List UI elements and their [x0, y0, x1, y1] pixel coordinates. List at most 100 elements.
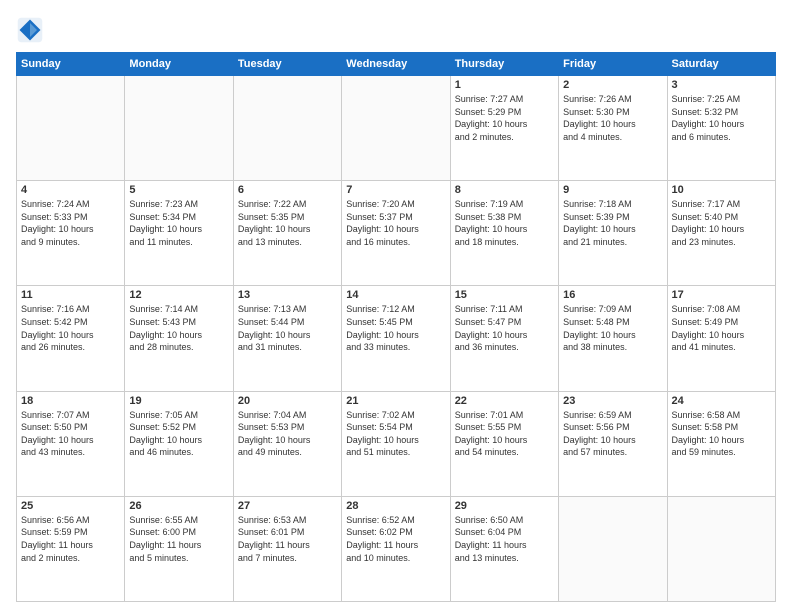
day-number: 7 [346, 184, 445, 196]
calendar-cell [125, 76, 233, 181]
day-number: 12 [129, 289, 228, 301]
calendar-cell [667, 496, 775, 601]
day-info: Sunrise: 7:11 AM Sunset: 5:47 PM Dayligh… [455, 303, 554, 353]
calendar-cell: 8 Sunrise: 7:19 AM Sunset: 5:38 PM Daylig… [450, 181, 558, 286]
week-row-3: 18Sunrise: 7:07 AM Sunset: 5:50 PM Dayli… [17, 391, 776, 496]
day-info: Sunrise: 7:16 AM Sunset: 5:42 PM Dayligh… [21, 303, 120, 353]
day-number: 9 [563, 184, 662, 196]
week-row-4: 25 Sunrise: 6:56 AM Sunset: 5:59 PM Dayli… [17, 496, 776, 601]
calendar-cell: 11 Sunrise: 7:16 AM Sunset: 5:42 PM Dayli… [17, 286, 125, 391]
calendar-cell: 10Sunrise: 7:17 AM Sunset: 5:40 PM Dayli… [667, 181, 775, 286]
day-info: Sunrise: 7:25 AM Sunset: 5:32 PM Dayligh… [672, 93, 771, 143]
calendar-cell: 28 Sunrise: 6:52 AM Sunset: 6:02 PM Dayli… [342, 496, 450, 601]
calendar-cell [233, 76, 341, 181]
calendar-cell: 6 Sunrise: 7:22 AM Sunset: 5:35 PM Daylig… [233, 181, 341, 286]
calendar-cell: 24 Sunrise: 6:58 AM Sunset: 5:58 PM Dayli… [667, 391, 775, 496]
calendar-cell: 29 Sunrise: 6:50 AM Sunset: 6:04 PM Dayli… [450, 496, 558, 601]
day-info: Sunrise: 6:52 AM Sunset: 6:02 PM Dayligh… [346, 514, 445, 564]
calendar-cell: 27 Sunrise: 6:53 AM Sunset: 6:01 PM Dayli… [233, 496, 341, 601]
day-number: 14 [346, 289, 445, 301]
day-info: Sunrise: 7:08 AM Sunset: 5:49 PM Dayligh… [672, 303, 771, 353]
calendar-cell: 12 Sunrise: 7:14 AM Sunset: 5:43 PM Dayli… [125, 286, 233, 391]
day-info: Sunrise: 6:58 AM Sunset: 5:58 PM Dayligh… [672, 409, 771, 459]
day-number: 11 [21, 289, 120, 301]
logo [16, 16, 48, 44]
day-number: 21 [346, 395, 445, 407]
day-info: Sunrise: 7:27 AM Sunset: 5:29 PM Dayligh… [455, 93, 554, 143]
calendar-page: SundayMondayTuesdayWednesdayThursdayFrid… [0, 0, 792, 612]
calendar-cell: 20 Sunrise: 7:04 AM Sunset: 5:53 PM Dayli… [233, 391, 341, 496]
day-number: 23 [563, 395, 662, 407]
calendar-cell: 1 Sunrise: 7:27 AM Sunset: 5:29 PM Daylig… [450, 76, 558, 181]
day-number: 20 [238, 395, 337, 407]
day-info: Sunrise: 7:04 AM Sunset: 5:53 PM Dayligh… [238, 409, 337, 459]
logo-icon [16, 16, 44, 44]
calendar-cell: 13 Sunrise: 7:13 AM Sunset: 5:44 PM Dayli… [233, 286, 341, 391]
calendar-cell: 4 Sunrise: 7:24 AM Sunset: 5:33 PM Daylig… [17, 181, 125, 286]
day-info: Sunrise: 7:20 AM Sunset: 5:37 PM Dayligh… [346, 198, 445, 248]
day-number: 1 [455, 79, 554, 91]
day-number: 13 [238, 289, 337, 301]
day-number: 22 [455, 395, 554, 407]
calendar-cell: 3 Sunrise: 7:25 AM Sunset: 5:32 PM Daylig… [667, 76, 775, 181]
weekday-header-wednesday: Wednesday [342, 53, 450, 76]
calendar-table: SundayMondayTuesdayWednesdayThursdayFrid… [16, 52, 776, 602]
day-info: Sunrise: 7:09 AM Sunset: 5:48 PM Dayligh… [563, 303, 662, 353]
calendar-cell: 14 Sunrise: 7:12 AM Sunset: 5:45 PM Dayli… [342, 286, 450, 391]
day-number: 27 [238, 500, 337, 512]
day-info: Sunrise: 7:01 AM Sunset: 5:55 PM Dayligh… [455, 409, 554, 459]
weekday-header-monday: Monday [125, 53, 233, 76]
day-info: Sunrise: 7:18 AM Sunset: 5:39 PM Dayligh… [563, 198, 662, 248]
weekday-header-saturday: Saturday [667, 53, 775, 76]
calendar-header [16, 16, 776, 44]
day-info: Sunrise: 7:26 AM Sunset: 5:30 PM Dayligh… [563, 93, 662, 143]
day-info: Sunrise: 7:22 AM Sunset: 5:35 PM Dayligh… [238, 198, 337, 248]
day-number: 3 [672, 79, 771, 91]
calendar-cell [559, 496, 667, 601]
day-number: 6 [238, 184, 337, 196]
week-row-0: 1 Sunrise: 7:27 AM Sunset: 5:29 PM Daylig… [17, 76, 776, 181]
calendar-cell [17, 76, 125, 181]
day-info: Sunrise: 7:24 AM Sunset: 5:33 PM Dayligh… [21, 198, 120, 248]
day-info: Sunrise: 7:05 AM Sunset: 5:52 PM Dayligh… [129, 409, 228, 459]
day-info: Sunrise: 7:23 AM Sunset: 5:34 PM Dayligh… [129, 198, 228, 248]
day-number: 18 [21, 395, 120, 407]
calendar-cell: 26 Sunrise: 6:55 AM Sunset: 6:00 PM Dayli… [125, 496, 233, 601]
calendar-cell: 17 Sunrise: 7:08 AM Sunset: 5:49 PM Dayli… [667, 286, 775, 391]
day-number: 2 [563, 79, 662, 91]
day-info: Sunrise: 7:19 AM Sunset: 5:38 PM Dayligh… [455, 198, 554, 248]
day-number: 4 [21, 184, 120, 196]
day-info: Sunrise: 6:59 AM Sunset: 5:56 PM Dayligh… [563, 409, 662, 459]
weekday-header-row: SundayMondayTuesdayWednesdayThursdayFrid… [17, 53, 776, 76]
calendar-cell: 18Sunrise: 7:07 AM Sunset: 5:50 PM Dayli… [17, 391, 125, 496]
day-info: Sunrise: 7:02 AM Sunset: 5:54 PM Dayligh… [346, 409, 445, 459]
day-number: 25 [21, 500, 120, 512]
calendar-cell: 23 Sunrise: 6:59 AM Sunset: 5:56 PM Dayli… [559, 391, 667, 496]
calendar-cell: 5 Sunrise: 7:23 AM Sunset: 5:34 PM Daylig… [125, 181, 233, 286]
calendar-cell: 9 Sunrise: 7:18 AM Sunset: 5:39 PM Daylig… [559, 181, 667, 286]
week-row-1: 4 Sunrise: 7:24 AM Sunset: 5:33 PM Daylig… [17, 181, 776, 286]
calendar-cell: 7 Sunrise: 7:20 AM Sunset: 5:37 PM Daylig… [342, 181, 450, 286]
day-info: Sunrise: 7:14 AM Sunset: 5:43 PM Dayligh… [129, 303, 228, 353]
day-number: 29 [455, 500, 554, 512]
day-info: Sunrise: 7:17 AM Sunset: 5:40 PM Dayligh… [672, 198, 771, 248]
day-info: Sunrise: 6:50 AM Sunset: 6:04 PM Dayligh… [455, 514, 554, 564]
day-info: Sunrise: 6:56 AM Sunset: 5:59 PM Dayligh… [21, 514, 120, 564]
day-info: Sunrise: 6:53 AM Sunset: 6:01 PM Dayligh… [238, 514, 337, 564]
weekday-header-thursday: Thursday [450, 53, 558, 76]
day-number: 26 [129, 500, 228, 512]
day-info: Sunrise: 6:55 AM Sunset: 6:00 PM Dayligh… [129, 514, 228, 564]
calendar-cell: 15 Sunrise: 7:11 AM Sunset: 5:47 PM Dayli… [450, 286, 558, 391]
day-info: Sunrise: 7:12 AM Sunset: 5:45 PM Dayligh… [346, 303, 445, 353]
day-number: 24 [672, 395, 771, 407]
day-number: 17 [672, 289, 771, 301]
day-number: 5 [129, 184, 228, 196]
calendar-cell: 21 Sunrise: 7:02 AM Sunset: 5:54 PM Dayli… [342, 391, 450, 496]
day-number: 16 [563, 289, 662, 301]
day-info: Sunrise: 7:13 AM Sunset: 5:44 PM Dayligh… [238, 303, 337, 353]
weekday-header-sunday: Sunday [17, 53, 125, 76]
day-number: 28 [346, 500, 445, 512]
weekday-header-friday: Friday [559, 53, 667, 76]
day-number: 15 [455, 289, 554, 301]
day-number: 8 [455, 184, 554, 196]
